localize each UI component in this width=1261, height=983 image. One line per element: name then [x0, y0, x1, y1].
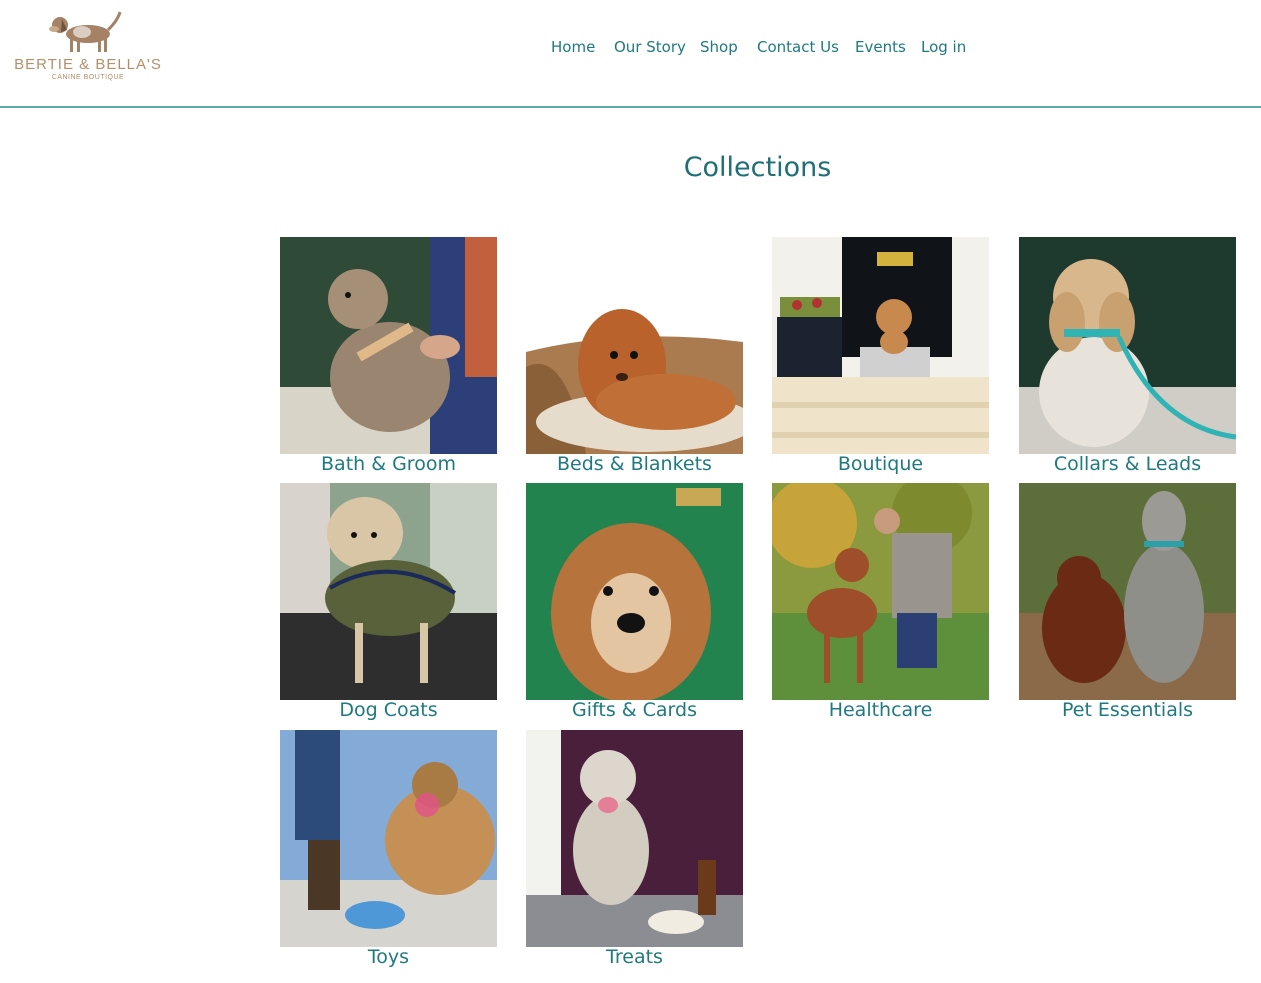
collection-tile-pet-essentials[interactable]: Pet Essentials [1019, 483, 1236, 723]
nav-item-log-in[interactable]: Log in [921, 38, 966, 56]
collection-tile-beds-blankets[interactable]: Beds & Blankets [526, 237, 743, 477]
collection-tile-dog-coats[interactable]: Dog Coats [280, 483, 497, 723]
nav-item-our-story[interactable]: Our Story [614, 38, 686, 56]
collection-label[interactable]: Bath & Groom [270, 453, 507, 475]
main-navigation: Home Our Story Shop Contact Us Events Lo… [0, 38, 1261, 58]
nav-item-events[interactable]: Events [855, 38, 906, 56]
collection-image [526, 730, 743, 947]
nav-item-shop[interactable]: Shop [700, 38, 738, 56]
collection-image [526, 237, 743, 454]
collection-label[interactable]: Gifts & Cards [516, 699, 753, 721]
collection-tile-bath-groom[interactable]: Bath & Groom [280, 237, 497, 477]
nav-item-contact-us[interactable]: Contact Us [757, 38, 839, 56]
collection-tile-healthcare[interactable]: Healthcare [772, 483, 989, 723]
brand-tagline: CANINE BOUTIQUE [51, 74, 125, 81]
collection-image [526, 483, 743, 700]
page-title: Collections [683, 152, 832, 183]
collection-label[interactable]: Pet Essentials [1009, 699, 1246, 721]
collection-image [1019, 483, 1236, 700]
nav-item-home[interactable]: Home [551, 38, 595, 56]
collection-label[interactable]: Collars & Leads [1009, 453, 1246, 475]
collection-image [772, 237, 989, 454]
collection-image [772, 483, 989, 700]
collection-tile-collars-leads[interactable]: Collars & Leads [1019, 237, 1236, 477]
collection-label[interactable]: Healthcare [762, 699, 999, 721]
site-header: BERTIE & BELLA'S CANINE BOUTIQUE Home Ou… [0, 0, 1261, 108]
collection-image [280, 483, 497, 700]
collection-tile-treats[interactable]: Treats [526, 730, 743, 970]
collection-tile-boutique[interactable]: Boutique [772, 237, 989, 477]
collection-label[interactable]: Dog Coats [270, 699, 507, 721]
collection-tile-gifts-cards[interactable]: Gifts & Cards [526, 483, 743, 723]
collection-label[interactable]: Boutique [762, 453, 999, 475]
collection-tile-toys[interactable]: Toys [280, 730, 497, 970]
collection-image [280, 730, 497, 947]
collection-image [1019, 237, 1236, 454]
collection-label[interactable]: Beds & Blankets [516, 453, 753, 475]
brand-name: BERTIE & BELLA'S [14, 56, 162, 73]
collection-label[interactable]: Toys [270, 946, 507, 968]
collection-label[interactable]: Treats [516, 946, 753, 968]
collection-image [280, 237, 497, 454]
